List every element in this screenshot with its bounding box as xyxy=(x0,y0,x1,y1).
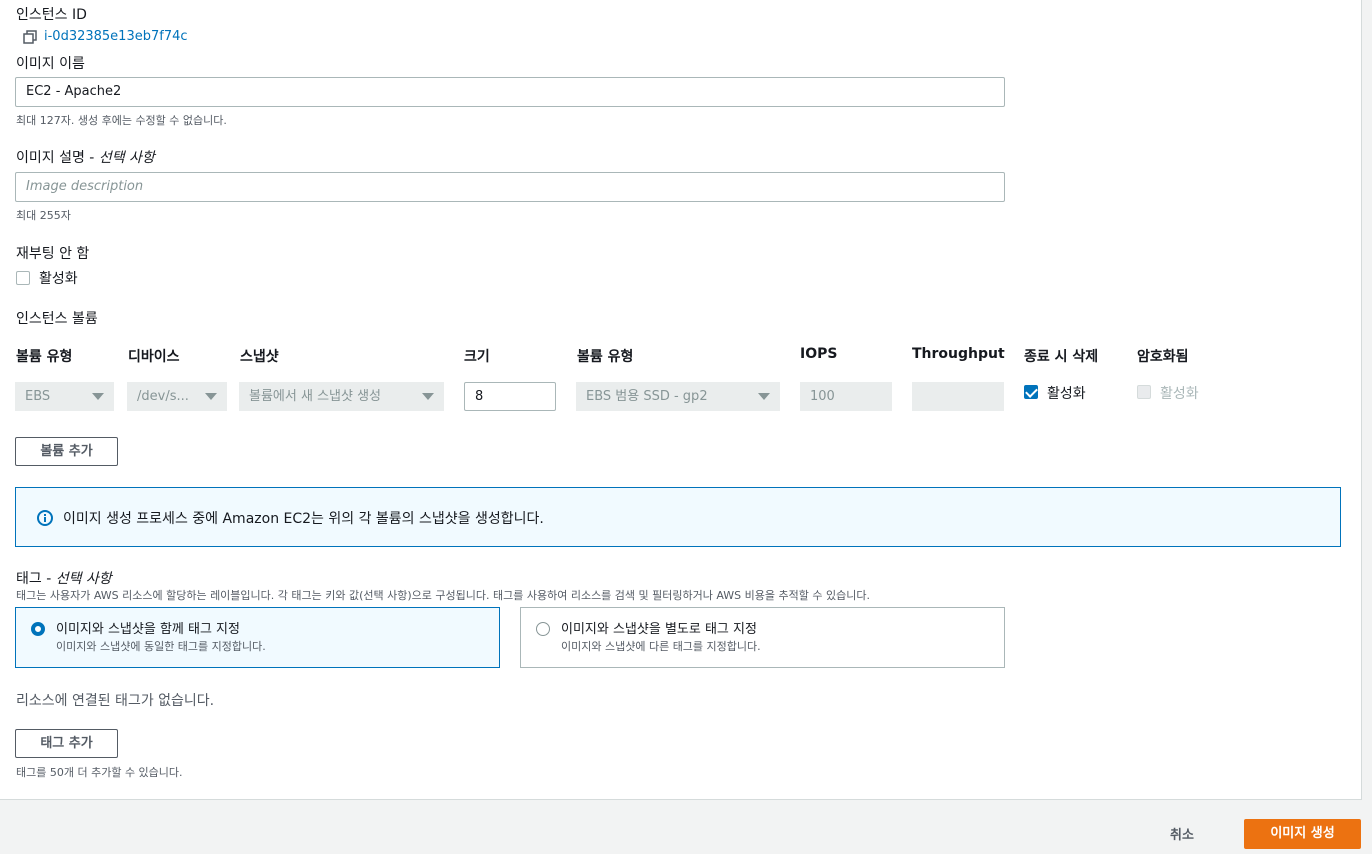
volume-type-select: EBS xyxy=(15,382,114,411)
no-tags-message: 리소스에 연결된 태그가 없습니다. xyxy=(16,693,215,709)
caret-down-icon xyxy=(205,393,217,400)
snapshot-value: 볼륨에서 새 스냅샷 생성 xyxy=(249,389,381,404)
image-name-label: 이미지 이름 xyxy=(16,56,85,72)
image-description-label: 이미지 설명 - 선택 사항 xyxy=(16,147,155,167)
optional-text: 선택 사항 xyxy=(98,150,155,166)
tags-label-text: 태그 - xyxy=(16,571,56,587)
device-select: /dev/s... xyxy=(127,382,227,411)
image-name-input[interactable]: EC2 - Apache2 xyxy=(15,77,1005,107)
col-ebs-volume-type: 볼륨 유형 xyxy=(577,349,634,365)
image-description-hint: 최대 255자 xyxy=(16,209,71,222)
no-reboot-checkbox-label[interactable]: 활성화 xyxy=(39,268,78,288)
caret-down-icon xyxy=(422,393,434,400)
radio-selected[interactable] xyxy=(31,622,45,636)
delete-on-termination-checkbox[interactable] xyxy=(1024,385,1038,399)
cancel-button[interactable]: 취소 xyxy=(1170,824,1194,843)
size-input[interactable]: 8 xyxy=(464,382,556,411)
create-image-button[interactable]: 이미지 생성 xyxy=(1244,819,1361,849)
device-value: /dev/s... xyxy=(137,389,189,404)
tag-option-title: 이미지와 스냅샷을 함께 태그 지정 xyxy=(56,622,240,637)
volume-type-value: EBS xyxy=(25,389,51,404)
tag-option-subtitle: 이미지와 스냅샷에 동일한 태그를 지정합니다. xyxy=(56,640,266,653)
throughput-input xyxy=(912,382,1004,411)
no-reboot-label: 재부팅 안 함 xyxy=(16,246,90,262)
col-throughput: Throughput xyxy=(912,346,1005,362)
caret-down-icon xyxy=(758,393,770,400)
add-tag-button[interactable]: 태그 추가 xyxy=(15,729,118,758)
info-message: 이미지 생성 프로세스 중에 Amazon EC2는 위의 각 볼륨의 스냅샷을… xyxy=(63,511,544,527)
tag-option-together[interactable]: 이미지와 스냅샷을 함께 태그 지정 이미지와 스냅샷에 동일한 태그를 지정합… xyxy=(15,607,500,668)
col-encrypted: 암호화됨 xyxy=(1137,349,1189,365)
iops-input: 100 xyxy=(800,382,892,411)
ebs-volume-type-value: EBS 범용 SSD - gp2 xyxy=(586,389,708,404)
col-snapshot: 스냅샷 xyxy=(240,349,279,365)
tag-option-separately[interactable]: 이미지와 스냅샷을 별도로 태그 지정 이미지와 스냅샷에 다른 태그를 지정합… xyxy=(520,607,1005,668)
caret-down-icon xyxy=(92,393,104,400)
info-icon xyxy=(37,510,53,526)
image-name-hint: 최대 127자. 생성 후에는 수정할 수 없습니다. xyxy=(16,114,227,127)
tags-label: 태그 - 선택 사항 xyxy=(16,568,112,588)
instance-id-label: 인스턴스 ID xyxy=(16,7,87,23)
col-size: 크기 xyxy=(464,349,490,365)
instance-volumes-title: 인스턴스 볼륨 xyxy=(16,311,98,327)
tags-description: 태그는 사용자가 AWS 리소스에 할당하는 레이블입니다. 각 태그는 키와 … xyxy=(16,589,870,602)
col-iops: IOPS xyxy=(800,346,838,362)
no-reboot-checkbox[interactable] xyxy=(16,271,30,285)
create-image-form: 인스턴스 ID i-0d32385e13eb7f74c 이미지 이름 EC2 -… xyxy=(0,0,1362,800)
instance-id-link[interactable]: i-0d32385e13eb7f74c xyxy=(44,29,188,44)
encrypted-label: 활성화 xyxy=(1160,386,1199,402)
info-alert: 이미지 생성 프로세스 중에 Amazon EC2는 위의 각 볼륨의 스냅샷을… xyxy=(15,487,1341,547)
optional-text: 선택 사항 xyxy=(55,571,112,587)
col-device: 디바이스 xyxy=(128,349,180,365)
ebs-volume-type-select: EBS 범용 SSD - gp2 xyxy=(576,382,780,411)
add-tag-hint: 태그를 50개 더 추가할 수 있습니다. xyxy=(16,766,183,779)
image-description-label-text: 이미지 설명 - xyxy=(16,150,99,166)
snapshot-select: 볼륨에서 새 스냅샷 생성 xyxy=(239,382,444,411)
tag-option-title: 이미지와 스냅샷을 별도로 태그 지정 xyxy=(561,622,757,637)
radio-unselected[interactable] xyxy=(536,622,550,636)
add-volume-button[interactable]: 볼륨 추가 xyxy=(15,437,118,466)
delete-on-termination-label[interactable]: 활성화 xyxy=(1047,383,1086,403)
image-description-input[interactable]: Image description xyxy=(15,172,1005,202)
encrypted-checkbox xyxy=(1137,385,1151,399)
col-delete-on-termination: 종료 시 삭제 xyxy=(1024,349,1099,365)
tag-option-subtitle: 이미지와 스냅샷에 다른 태그를 지정합니다. xyxy=(561,640,761,653)
copy-icon[interactable] xyxy=(23,30,37,44)
col-volume-type: 볼륨 유형 xyxy=(16,349,73,365)
